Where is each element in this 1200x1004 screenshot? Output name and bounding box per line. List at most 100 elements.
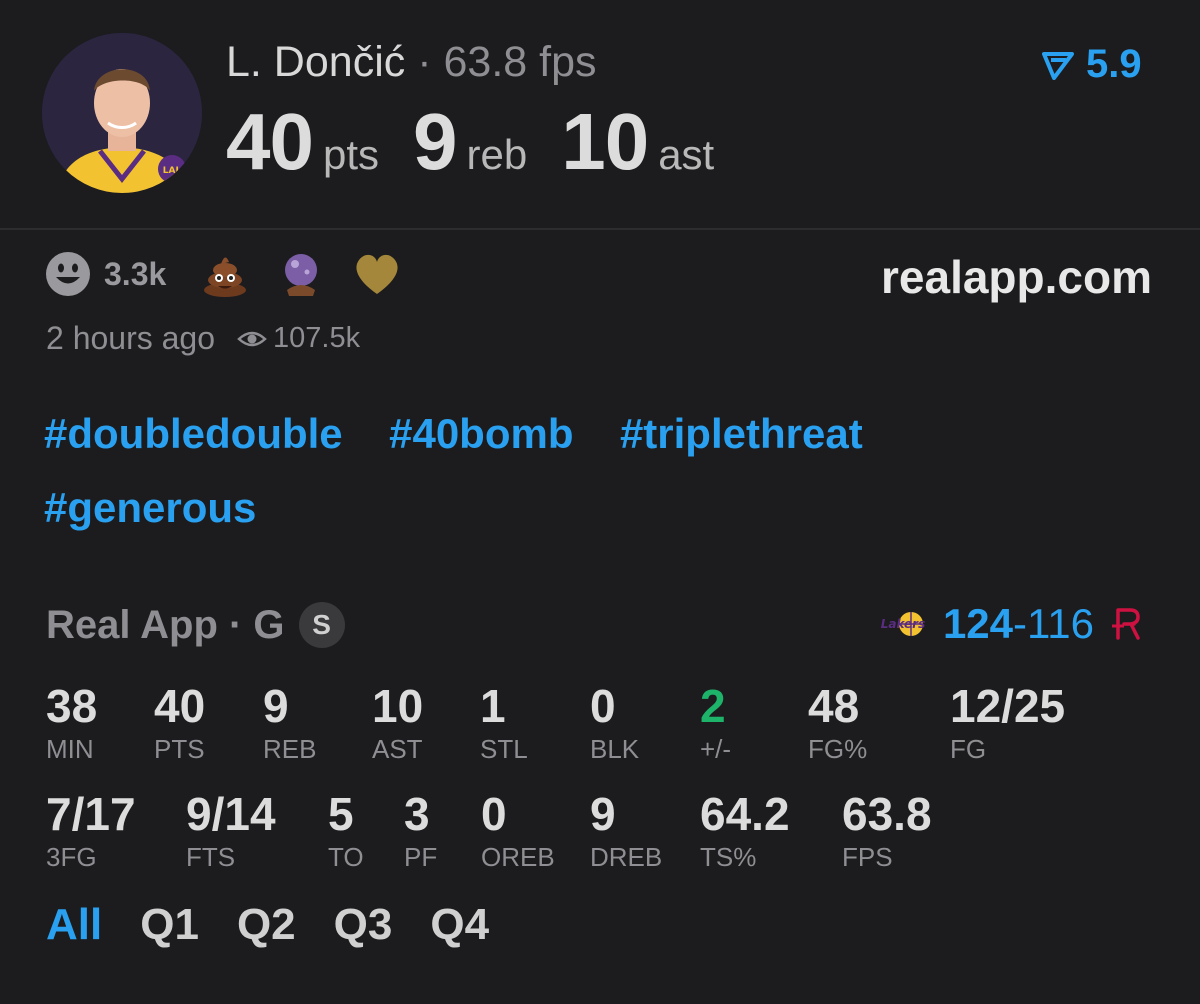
headline-stats: 40 pts 9 reb 10 ast [226, 96, 748, 188]
stat-value: 1 [480, 680, 506, 732]
stat-fg: 12/25 FG [950, 680, 1065, 764]
stat-label: BLK [590, 734, 640, 764]
stat-dreb: 9 DREB [590, 788, 662, 872]
stat-label: AST [372, 734, 423, 764]
stat-label: MIN [46, 734, 94, 764]
stat-value: 3 [404, 788, 430, 840]
stat-value: 9/14 [186, 788, 276, 840]
stat-3fg: 7/17 3FG [46, 788, 136, 872]
stat-ast: 10 AST [372, 680, 423, 764]
stat-label: TO [328, 842, 364, 872]
tab-q1[interactable]: Q1 [140, 900, 199, 950]
player-photo: LAL [42, 33, 202, 193]
stat-plus-minus: 2 +/- [700, 680, 731, 764]
svg-text:LAL: LAL [163, 166, 182, 176]
stat-value: 40 [154, 680, 206, 732]
stat-fg-pct: 48 FG% [808, 680, 867, 764]
rebounds-value: 9 [413, 97, 457, 186]
away-score: 116 [1027, 600, 1094, 647]
post-meta: 2 hours ago 107.5k [46, 320, 360, 357]
stat-value: 0 [481, 788, 507, 840]
stat-ts-pct: 64.2 TS% [700, 788, 790, 872]
stat-stl: 1 STL [480, 680, 528, 764]
stat-fps: 63.8 FPS [842, 788, 932, 872]
stat-reb: 9 REB [263, 680, 316, 764]
stat-label: PF [404, 842, 438, 872]
player-avatar[interactable]: LAL [42, 33, 202, 193]
views: 107.5k [237, 322, 360, 355]
game-score[interactable]: Lakers 124-116 [877, 600, 1150, 648]
game-source: Real App · G S [46, 602, 345, 648]
stat-value: 64.2 [700, 788, 790, 840]
reactions-bar: 3.3k [44, 250, 428, 298]
separator: · [417, 38, 432, 86]
stat-label: PTS [154, 734, 205, 764]
post-time: 2 hours ago [46, 320, 216, 356]
smile-count: 3.3k [104, 255, 167, 292]
stat-value: 9 [590, 788, 616, 840]
stat-value: 38 [46, 680, 98, 732]
stat-min: 38 MIN [46, 680, 97, 764]
stat-label: STL [480, 734, 528, 764]
tab-all[interactable]: All [46, 900, 102, 950]
stat-value: 0 [590, 680, 616, 732]
header-divider [0, 228, 1200, 230]
eye-icon [237, 331, 267, 346]
stat-value: 7/17 [46, 788, 136, 840]
s-badge[interactable]: S [298, 602, 345, 648]
tab-q2[interactable]: Q2 [237, 900, 296, 950]
stat-label: FPS [842, 842, 893, 872]
hashtag-list: #doubledouble #40bomb #triplethreat #gen… [44, 410, 1044, 558]
stat-label: 3FG [46, 842, 97, 872]
lakers-logo-icon: Lakers [881, 612, 926, 636]
hashtag[interactable]: #doubledouble [44, 410, 343, 458]
score-dash: - [1013, 600, 1028, 647]
stat-pf: 3 PF [404, 788, 437, 872]
source-label: Real App · G [46, 602, 285, 647]
rebounds-unit: reb [466, 131, 528, 178]
stat-oreb: 0 OREB [481, 788, 555, 872]
points-unit: pts [322, 131, 380, 178]
stat-label: FG [950, 734, 987, 764]
views-count: 107.5k [273, 322, 361, 354]
assists-unit: ast [658, 131, 715, 178]
assists-value: 10 [561, 97, 649, 186]
svg-text:Lakers: Lakers [881, 617, 926, 631]
stat-fts: 9/14 FTS [186, 788, 276, 872]
stat-value: 5 [328, 788, 354, 840]
stat-value: 12/25 [950, 680, 1066, 732]
player-name[interactable]: L. Dončić [226, 38, 405, 86]
player-title: L. Dončić · 63.8 fps [226, 38, 596, 87]
stat-value: 63.8 [842, 788, 932, 840]
poop-emoji-icon[interactable] [200, 249, 250, 299]
stat-value: 10 [372, 680, 424, 732]
site-link[interactable]: realapp.com [881, 250, 1152, 304]
stat-value: 48 [808, 680, 860, 732]
home-score: 124 [942, 600, 1014, 647]
points-value: 40 [226, 97, 314, 186]
player-fps: 63.8 fps [443, 38, 597, 86]
stat-label: OREB [481, 842, 555, 872]
quarter-tabs: All Q1 Q2 Q3 Q4 [46, 900, 489, 950]
stat-blk: 0 BLK [590, 680, 639, 764]
stat-value: 9 [263, 680, 289, 732]
stat-to: 5 TO [328, 788, 364, 872]
stat-label: FG% [808, 734, 868, 764]
rating-badge[interactable]: 5.9 [1042, 42, 1142, 87]
stat-label: FTS [186, 842, 236, 872]
smile-emoji-icon[interactable] [44, 250, 92, 298]
hashtag[interactable]: #40bomb [389, 410, 573, 458]
stat-pts: 40 PTS [154, 680, 205, 764]
stat-value: 2 [700, 680, 726, 732]
crystal-ball-emoji-icon[interactable] [276, 249, 326, 299]
rating-value: 5.9 [1086, 42, 1142, 86]
tab-q3[interactable]: Q3 [334, 900, 393, 950]
hashtag[interactable]: #generous [44, 484, 256, 532]
hashtag[interactable]: #triplethreat [620, 410, 863, 458]
stat-label: +/- [700, 734, 732, 764]
stat-label: REB [263, 734, 317, 764]
rating-arrow-icon [1042, 51, 1074, 80]
stat-label: DREB [590, 842, 663, 872]
gold-heart-icon[interactable] [352, 249, 402, 299]
tab-q4[interactable]: Q4 [430, 900, 489, 950]
